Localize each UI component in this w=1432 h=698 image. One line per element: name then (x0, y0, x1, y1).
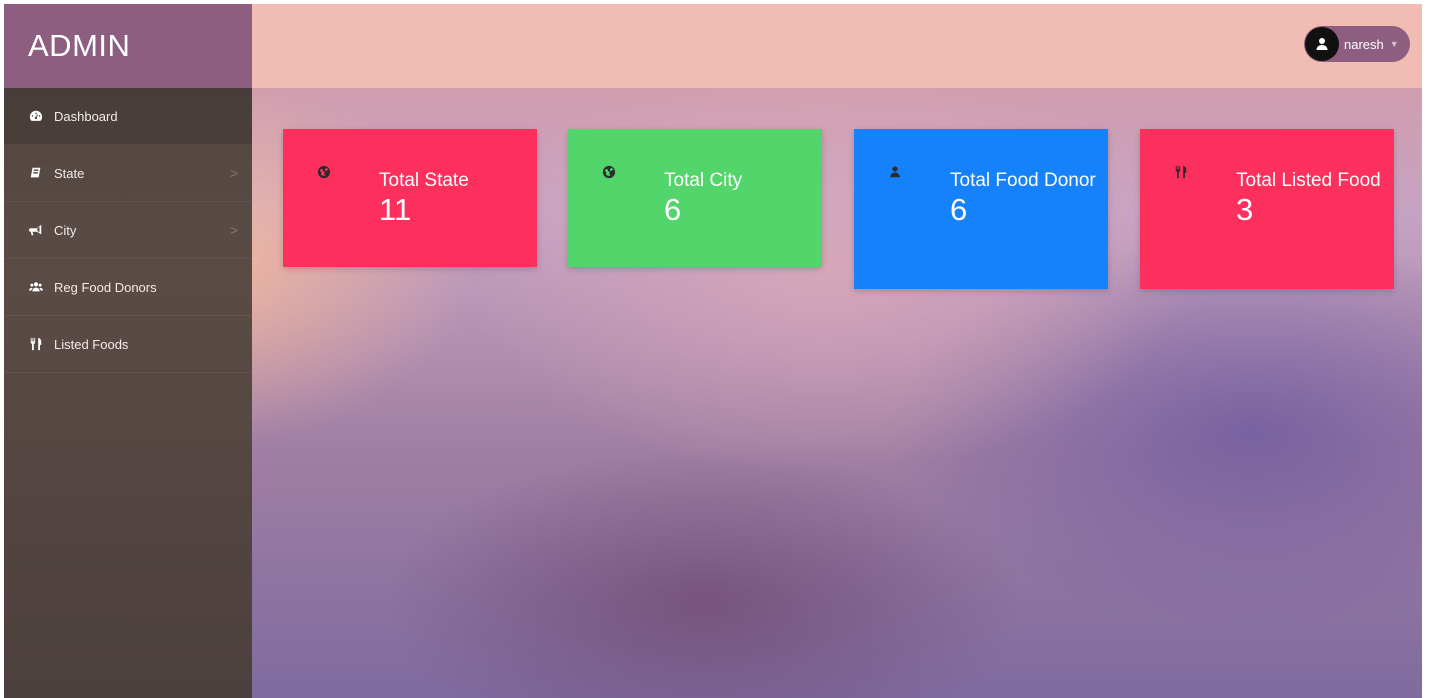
sidebar-item-label: Listed Foods (54, 336, 129, 352)
user-menu-button[interactable]: naresh ▼ (1304, 26, 1410, 62)
stat-card-total-city[interactable]: Total City 6 (568, 129, 822, 267)
card-text: Total State 11 (379, 170, 529, 228)
chevron-right-icon: > (229, 222, 238, 238)
sidebar-item-label: State (54, 165, 85, 181)
card-text: Total Listed Food 3 (1236, 170, 1386, 228)
card-text: Total City 6 (664, 170, 814, 228)
sidebar-item-reg-food-donors[interactable]: Reg Food Donors (4, 259, 252, 316)
globe-icon (602, 165, 616, 179)
card-value: 11 (379, 192, 412, 227)
bullhorn-icon (28, 222, 44, 238)
stat-card-total-listed-food[interactable]: Total Listed Food 3 (1140, 129, 1394, 289)
cutlery-icon (28, 336, 44, 352)
sidebar-item-listed-foods[interactable]: Listed Foods (4, 316, 252, 373)
user-name: naresh (1344, 36, 1384, 52)
card-text: Total Food Donor 6 (950, 170, 1100, 228)
card-title: Total State (379, 170, 469, 191)
top-header: naresh ▼ (252, 4, 1422, 88)
card-title: Total City (664, 170, 743, 191)
sidebar-item-state[interactable]: State > (4, 145, 252, 202)
globe-icon (317, 165, 331, 179)
sidebar: ADMIN Dashboard State > City > Reg Food … (4, 4, 252, 698)
sidebar-item-label: Dashboard (54, 108, 118, 124)
stat-card-total-state[interactable]: Total State 11 (283, 129, 537, 267)
cutlery-icon (1174, 165, 1188, 179)
users-icon (28, 279, 44, 295)
card-title: Total Listed Food (1236, 170, 1381, 191)
card-title: Total Food Donor (950, 170, 1096, 191)
avatar (1305, 27, 1339, 61)
chevron-right-icon: > (229, 165, 238, 181)
card-value: 3 (1236, 192, 1254, 227)
stat-card-total-food-donor[interactable]: Total Food Donor 6 (854, 129, 1108, 289)
card-value: 6 (950, 192, 968, 227)
book-icon (28, 165, 44, 181)
dashboard-icon (28, 108, 44, 124)
sidebar-item-label: City (54, 222, 77, 238)
user-icon (888, 165, 902, 179)
sidebar-item-label: Reg Food Donors (54, 279, 157, 295)
app-frame: ADMIN Dashboard State > City > Reg Food … (4, 4, 1422, 698)
sidebar-item-city[interactable]: City > (4, 202, 252, 259)
user-icon (1316, 38, 1328, 50)
card-value: 6 (664, 192, 682, 227)
sidebar-item-dashboard[interactable]: Dashboard (4, 88, 252, 145)
caret-down-icon: ▼ (1389, 39, 1399, 49)
brand-title: ADMIN (4, 4, 252, 88)
